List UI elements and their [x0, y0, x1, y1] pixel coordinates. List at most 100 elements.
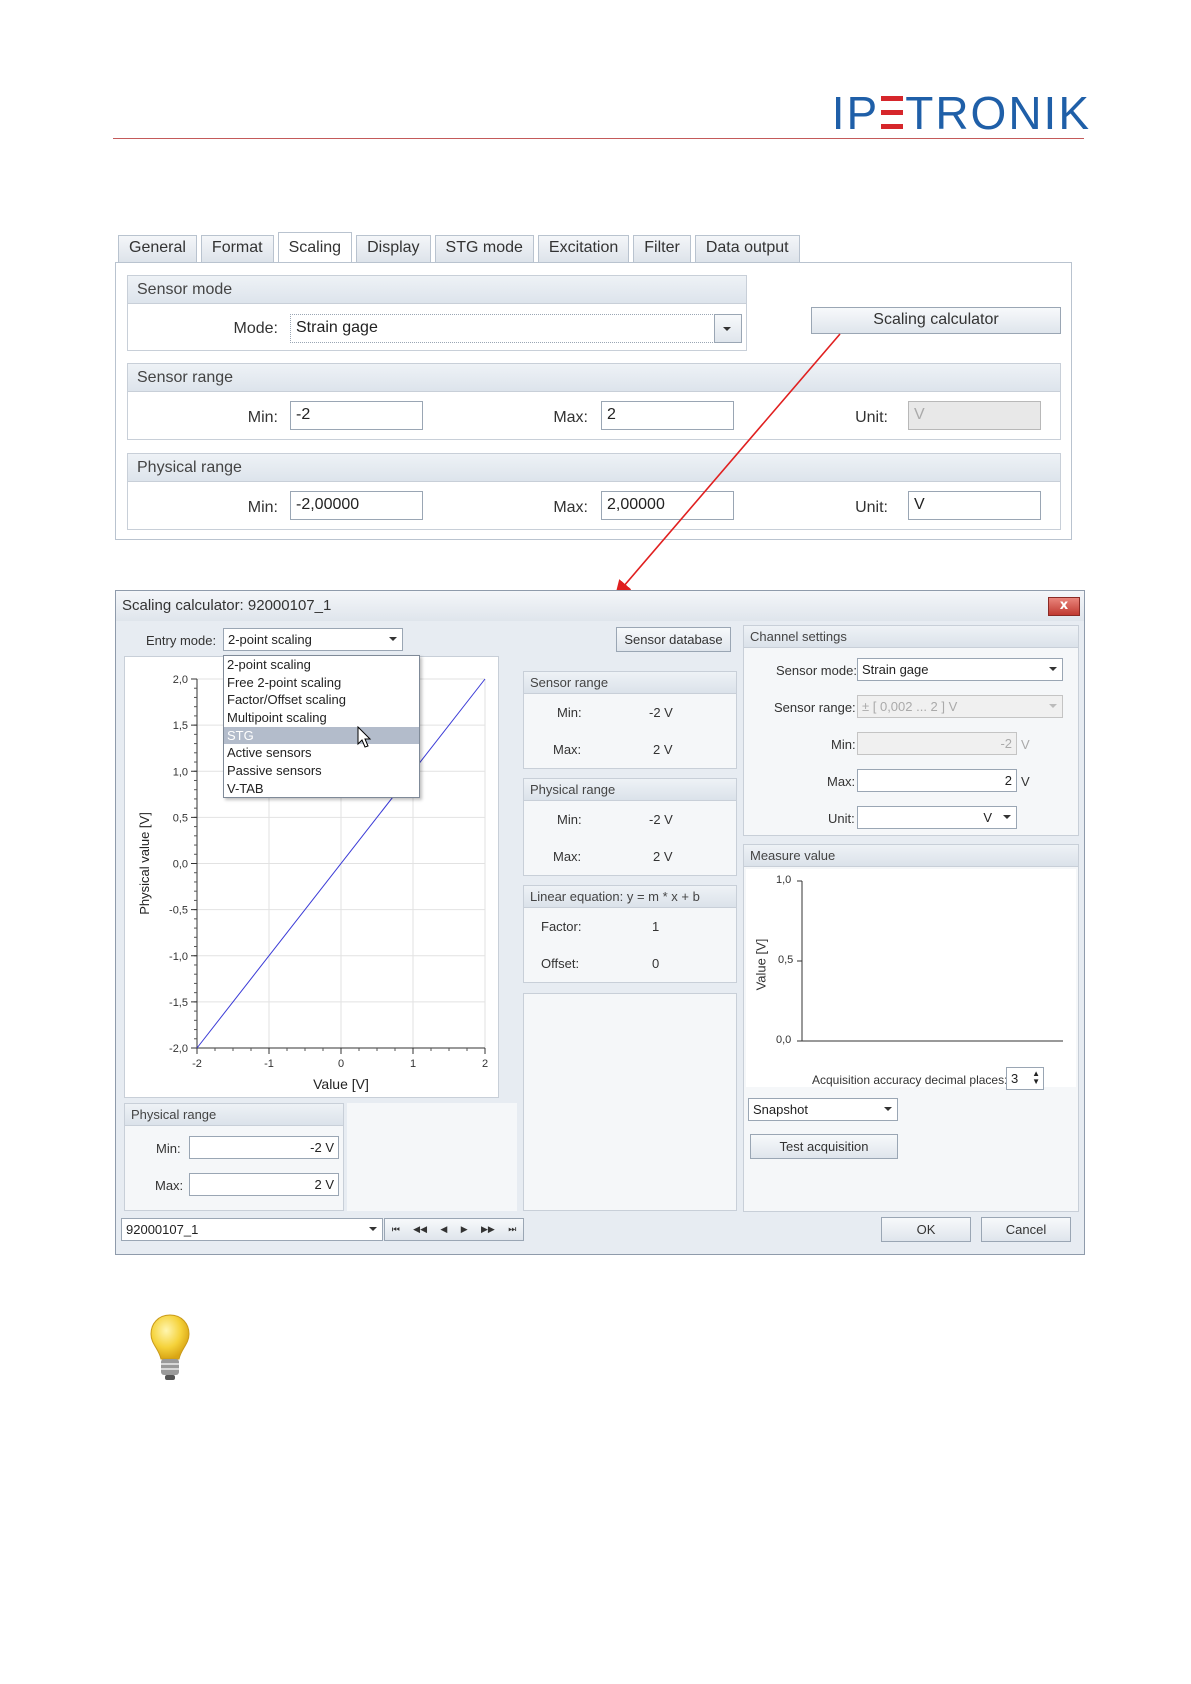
- y-tick-label: 0,0: [173, 859, 188, 871]
- dlg-physical-range-min-value: -2 V: [649, 812, 673, 827]
- cs-unit-value: V: [983, 810, 992, 825]
- spinner-arrows-icon: ▲ ▼: [1032, 1069, 1040, 1086]
- menu-item-passive-sensors[interactable]: Passive sensors: [224, 762, 419, 780]
- accuracy-value: 3: [1011, 1071, 1019, 1086]
- x-tick-label: 1: [410, 1058, 416, 1070]
- y-tick-label: -1,0: [169, 951, 188, 963]
- measure-value-group: Measure value 1,0 0,5 0,0 Value [V] Acqu…: [743, 844, 1079, 1212]
- chevron-down-icon: [1049, 667, 1057, 671]
- measure-ytick-1: 1,0: [776, 874, 792, 886]
- ok-button[interactable]: OK: [881, 1217, 971, 1242]
- lightbulb-icon: [150, 1314, 190, 1380]
- y-tick-label: -2,0: [169, 1043, 188, 1055]
- mouse-cursor-icon: [357, 726, 372, 748]
- menu-item-active-sensors[interactable]: Active sensors: [224, 744, 419, 762]
- x-tick-label: 2: [482, 1058, 488, 1070]
- dialog-titlebar: Scaling calculator: 92000107_1: [116, 591, 1084, 621]
- x-tick-label: -2: [192, 1058, 202, 1070]
- offset-label: Offset:: [541, 956, 580, 971]
- cs-unit-select[interactable]: V: [857, 806, 1017, 829]
- y-tick-label: -0,5: [169, 905, 188, 917]
- bottom-left-fill: [347, 1103, 517, 1211]
- bpr-max-input[interactable]: 2 V: [189, 1173, 339, 1196]
- y-tick-label: -1,5: [169, 997, 188, 1009]
- close-icon[interactable]: x: [1048, 597, 1080, 616]
- factor-label: Factor:: [541, 919, 582, 934]
- sensor-database-button[interactable]: Sensor database: [616, 627, 731, 652]
- cs-sensor-range-value: ± [ 0,002 ... 2 ] V: [862, 699, 958, 714]
- menu-item-stg[interactable]: STG: [224, 726, 419, 745]
- linear-equation-header: Linear equation: y = m * x + b: [524, 886, 736, 908]
- menu-item-multipoint-scaling[interactable]: Multipoint scaling: [224, 709, 419, 727]
- measure-ytick-0: 0,0: [776, 1034, 792, 1046]
- chevron-down-icon: [369, 1227, 377, 1231]
- prev-record-icon[interactable]: ◀: [440, 1225, 447, 1235]
- factor-value: 1: [652, 919, 660, 934]
- entry-mode-value: 2-point scaling: [228, 632, 312, 647]
- y-tick-label: 2,0: [173, 674, 188, 686]
- entry-mode-menu: 2-point scaling Free 2-point scaling Fac…: [223, 655, 420, 798]
- offset-value: 0: [652, 956, 660, 971]
- bpr-min-input[interactable]: -2 V: [189, 1136, 339, 1159]
- measure-value-header: Measure value: [744, 845, 1078, 867]
- menu-item-v-tab[interactable]: V-TAB: [224, 780, 419, 798]
- y-tick-label: 0,5: [173, 812, 188, 824]
- menu-item-free-2-point-scaling[interactable]: Free 2-point scaling: [224, 674, 419, 692]
- accuracy-spinner[interactable]: 3 ▲ ▼: [1006, 1067, 1044, 1090]
- menu-item-2-point-scaling[interactable]: 2-point scaling: [224, 656, 419, 674]
- dlg-physical-range-group: Physical range Min: -2 V Max: 2 V: [523, 778, 737, 876]
- cs-min-label: Min:: [831, 737, 856, 752]
- chevron-down-icon: [1003, 815, 1011, 819]
- measure-chart-svg: [797, 880, 1063, 1042]
- cs-max-input[interactable]: 2: [857, 769, 1017, 792]
- bpr-max-label: Max:: [155, 1178, 184, 1193]
- cs-max-label: Max:: [827, 774, 856, 789]
- prev-page-icon[interactable]: ◀◀: [413, 1225, 427, 1235]
- middle-panel-fill: [523, 993, 737, 1211]
- y-tick-label: 1,5: [173, 720, 188, 732]
- cs-min-input: -2: [857, 732, 1017, 755]
- chevron-down-icon: [1049, 704, 1057, 708]
- bottom-physical-range-header: Physical range: [125, 1104, 343, 1126]
- dlg-sensor-range-header: Sensor range: [524, 672, 736, 694]
- cs-sensor-mode-value: Strain gage: [862, 662, 929, 677]
- bpr-min-label: Min:: [156, 1141, 181, 1156]
- cs-sensor-mode-label: Sensor mode:: [776, 663, 857, 678]
- next-page-icon[interactable]: ▶▶: [481, 1225, 495, 1235]
- entry-mode-label: Entry mode:: [146, 633, 217, 648]
- dlg-physical-range-min-label: Min:: [557, 812, 582, 827]
- cs-max-unit: V: [1021, 774, 1030, 789]
- dlg-sensor-range-min-label: Min:: [557, 705, 582, 720]
- next-record-icon[interactable]: ▶: [461, 1225, 468, 1235]
- cancel-button[interactable]: Cancel: [981, 1217, 1071, 1242]
- linear-equation-group: Linear equation: y = m * x + b Factor: 1…: [523, 885, 737, 983]
- record-navigator: ⏮ ◀◀ ◀ ▶ ▶▶ ⏭: [384, 1218, 524, 1241]
- snapshot-value: Snapshot: [753, 1102, 808, 1117]
- dlg-sensor-range-group: Sensor range Min: -2 V Max: 2 V: [523, 671, 737, 769]
- dlg-sensor-range-max-label: Max:: [553, 742, 582, 757]
- channel-select-value: 92000107_1: [126, 1222, 199, 1237]
- last-record-icon[interactable]: ⏭: [508, 1225, 516, 1235]
- cs-min-unit: V: [1021, 737, 1030, 752]
- first-record-icon[interactable]: ⏮: [392, 1225, 400, 1235]
- snapshot-select[interactable]: Snapshot: [748, 1098, 898, 1121]
- y-axis-label: Physical value [V]: [137, 812, 152, 915]
- channel-settings-group: Channel settings Sensor mode: Strain gag…: [743, 625, 1079, 836]
- chevron-down-icon: [884, 1107, 892, 1111]
- measure-ytick-05: 0,5: [778, 954, 794, 966]
- channel-settings-header: Channel settings: [744, 626, 1078, 648]
- entry-mode-select[interactable]: 2-point scaling: [223, 628, 403, 651]
- dlg-physical-range-header: Physical range: [524, 779, 736, 801]
- cs-sensor-range-label: Sensor range:: [774, 700, 856, 715]
- y-tick-label: 1,0: [173, 766, 188, 778]
- test-acquisition-button[interactable]: Test acquisition: [750, 1134, 898, 1159]
- cs-unit-label: Unit:: [828, 811, 855, 826]
- measure-chart: 1,0 0,5 0,0 Value [V]: [746, 869, 1076, 1087]
- dialog-title: Scaling calculator: 92000107_1: [122, 597, 332, 614]
- x-axis-label: Value [V]: [313, 1076, 369, 1092]
- dlg-physical-range-max-label: Max:: [553, 849, 582, 864]
- menu-item-factor-offset-scaling[interactable]: Factor/Offset scaling: [224, 691, 419, 709]
- cs-sensor-mode-select[interactable]: Strain gage: [857, 658, 1063, 681]
- cs-sensor-range-select: ± [ 0,002 ... 2 ] V: [857, 695, 1063, 718]
- channel-select[interactable]: 92000107_1: [121, 1218, 383, 1241]
